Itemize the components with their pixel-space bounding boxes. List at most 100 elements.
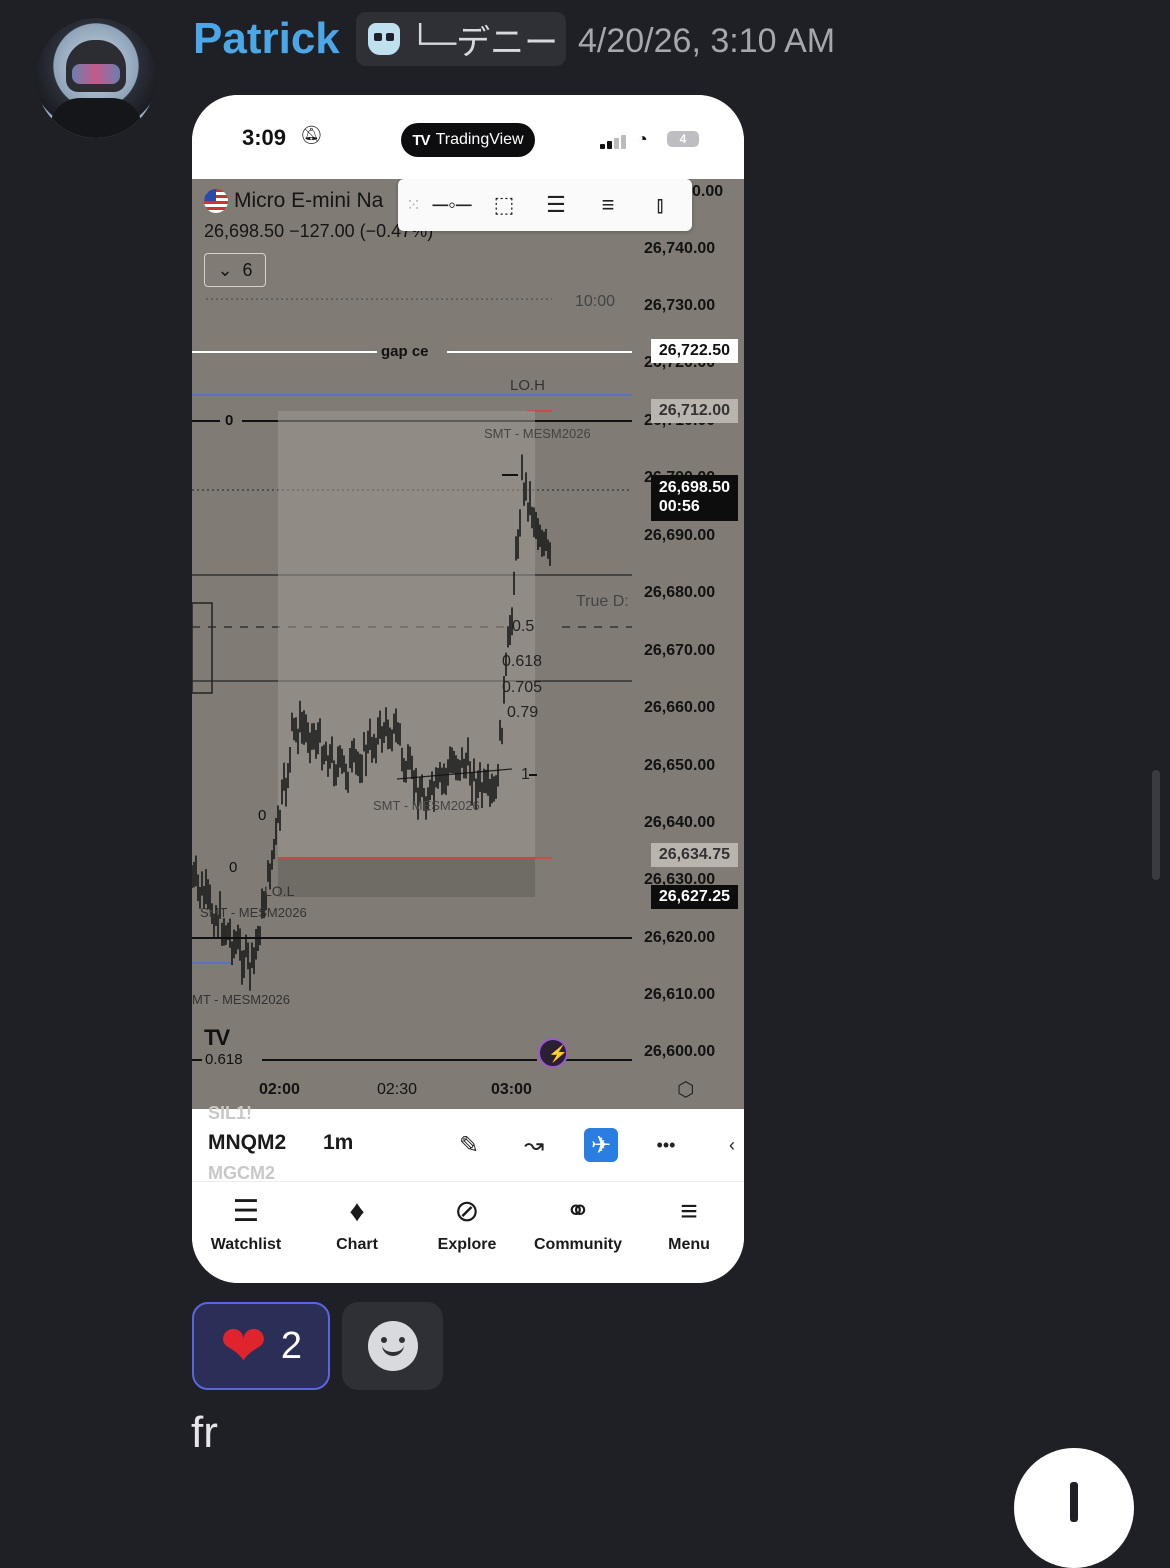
parallel-lines-icon[interactable]: ☰: [534, 187, 578, 223]
lo-h-price-tag: 26,712.00: [650, 399, 738, 423]
gap-ce-price-tag: 26,722.50: [650, 339, 738, 363]
chevron-down-icon: ⌄: [217, 259, 233, 280]
last-price-tag: 26,698.50 00:56: [650, 475, 738, 521]
price-chart[interactable]: ⚡ Micro E-mini Na 26,698.50 −127.00 (−0.…: [192, 179, 744, 1109]
symbol-name: Micro E-mini Na: [234, 189, 384, 212]
author-name[interactable]: Patrick: [193, 14, 340, 64]
price-axis-label: 26,620.00: [644, 929, 716, 946]
price-axis-label: 26,650.00: [644, 757, 716, 774]
price-axis-label: 26,690.00: [644, 527, 716, 544]
grip-icon[interactable]: ⁙: [406, 195, 422, 216]
smt-label: SMT - MESM2026: [484, 426, 591, 441]
time-axis-label: 02:00: [259, 1081, 300, 1098]
status-time: 3:09: [242, 125, 287, 150]
fib-level-label: 0.5: [512, 618, 535, 635]
battery-icon: 4: [667, 131, 699, 147]
smt-label: SMT - MESM2026: [200, 905, 307, 920]
signal-icon: [600, 133, 630, 149]
user-avatar[interactable]: [36, 18, 156, 138]
add-reaction-button[interactable]: [342, 1302, 443, 1390]
skull-icon: [368, 23, 400, 55]
message-timestamp: 4/20/26, 3:10 AM: [578, 22, 836, 60]
symbol-header[interactable]: Micro E-mini Na: [204, 189, 383, 213]
smt-label: MT - MESM2026: [192, 992, 291, 1007]
price-axis-label: 26,600.00: [644, 1043, 716, 1060]
nav-label: Chart: [336, 1236, 378, 1253]
time-axis-label: 02:30: [377, 1081, 418, 1098]
ghost-ticker: SIL1!: [208, 1103, 253, 1123]
price-axis-label: 26,610.00: [644, 986, 716, 1003]
ticker-selector[interactable]: MNQM2: [208, 1131, 286, 1155]
avatar-visor: [72, 64, 120, 84]
true-day-label: True D:: [576, 593, 629, 610]
low-price-tag: 26,627.25: [650, 885, 738, 909]
fib-level-label: 0.618: [205, 1051, 243, 1068]
drawings-icon[interactable]: ↝: [516, 1127, 552, 1163]
price-axis-label: 26,670.00: [644, 642, 716, 659]
heart-icon: ❤: [219, 1314, 267, 1377]
attached-screenshot[interactable]: 3:09 🔕︎ TV TradingView ◔ 4 ⚡ Micro E-min…: [192, 95, 744, 1283]
avatar-jacket: [50, 98, 142, 138]
lo-l-label: LO.L: [264, 883, 295, 899]
wifi-icon: ◔: [637, 129, 648, 149]
nav-watchlist[interactable]: ☰ Watchlist: [192, 1194, 301, 1254]
chart-bottom-bar: SIL1! MNQM2 1m MGCM2 ✎ ↝ ✈ ••• ‹: [192, 1103, 744, 1183]
price-axis-label: 26,740.00: [644, 240, 716, 257]
nav-label: Menu: [668, 1236, 710, 1253]
rectangle-icon[interactable]: ⬚: [482, 187, 526, 223]
svg-text:⚡: ⚡: [548, 1044, 568, 1063]
smt-label: SMT - MESM2026: [373, 798, 480, 813]
nav-menu[interactable]: ≡ Menu: [634, 1194, 744, 1254]
menu-icon: ≡: [680, 1195, 698, 1228]
floating-action-button[interactable]: [1014, 1448, 1134, 1568]
time-axis-label: 03:00: [491, 1081, 532, 1098]
session-time-label: 10:00: [575, 293, 616, 310]
zero-level-label: 0: [258, 807, 267, 824]
nav-community[interactable]: ⚭ Community: [523, 1194, 633, 1254]
drawing-toolbar[interactable]: ⁙ ─◦─ ⬚ ☰ ≡ ⫾: [398, 179, 692, 231]
heart-reaction[interactable]: ❤ 2: [192, 1302, 330, 1390]
fib-level-label: 0.79: [507, 704, 539, 721]
fib-level-label: 1: [521, 766, 530, 783]
tradingview-watermark-icon: TV: [204, 1025, 230, 1050]
fib-levels-icon[interactable]: ≡: [586, 187, 630, 223]
collapse-icon[interactable]: ‹: [722, 1127, 742, 1163]
lo-h-label: LO.H: [510, 377, 546, 394]
price-axis-label: 26,680.00: [644, 584, 716, 601]
price-axis-label: 26,660.00: [644, 699, 716, 716]
phone-status-bar: 3:09 🔕︎ TV TradingView ◔ 4: [192, 95, 744, 181]
zero-level-label: 0: [225, 412, 234, 429]
settings-icon[interactable]: ⬡: [677, 1077, 694, 1102]
user-tag[interactable]: └─デニー: [356, 12, 566, 66]
watchlist-icon: ☰: [232, 1195, 260, 1228]
mid-price-tag: 26,634.75: [650, 843, 738, 867]
bar-countdown: 00:56: [658, 498, 700, 515]
indicators-dropdown[interactable]: ⌄ 6: [204, 253, 266, 287]
compass-icon: ⊘: [454, 1195, 480, 1228]
bell-muted-icon: 🔕︎: [300, 125, 323, 145]
nav-label: Explore: [437, 1236, 497, 1253]
community-icon: ⚭: [565, 1195, 591, 1228]
trade-icon[interactable]: ✈: [584, 1128, 618, 1162]
scrollbar[interactable]: [1152, 770, 1160, 880]
more-icon[interactable]: •••: [648, 1127, 684, 1163]
nav-label: Community: [534, 1236, 622, 1253]
smiley-icon: [367, 1321, 418, 1371]
indicators-count: 6: [242, 259, 253, 280]
fib-level-label: 0.618: [502, 653, 543, 670]
horizontal-line-icon[interactable]: ─◦─: [430, 187, 474, 223]
zero-level-label: 0: [229, 859, 238, 876]
fib-level-label: 0.705: [502, 679, 543, 696]
price-axis-label: 26,730.00: [644, 297, 716, 314]
bottom-nav: ☰ Watchlist ♦ Chart ⊘ Explore ⚭ Communit…: [192, 1181, 744, 1283]
nav-label: Watchlist: [210, 1236, 282, 1253]
fib-timezone-icon[interactable]: ⫾: [638, 187, 682, 223]
pencil-icon[interactable]: ✎: [451, 1127, 487, 1163]
tradingview-pill-text: TradingView: [435, 131, 524, 148]
price-axis-label: 0.00: [692, 183, 724, 200]
nav-explore[interactable]: ⊘ Explore: [412, 1194, 522, 1254]
tradingview-pill: TV TradingView: [401, 123, 535, 157]
timeframe-selector[interactable]: 1m: [323, 1131, 353, 1155]
nav-chart[interactable]: ♦ Chart: [302, 1194, 412, 1254]
last-price: 26,698.50: [658, 479, 730, 496]
